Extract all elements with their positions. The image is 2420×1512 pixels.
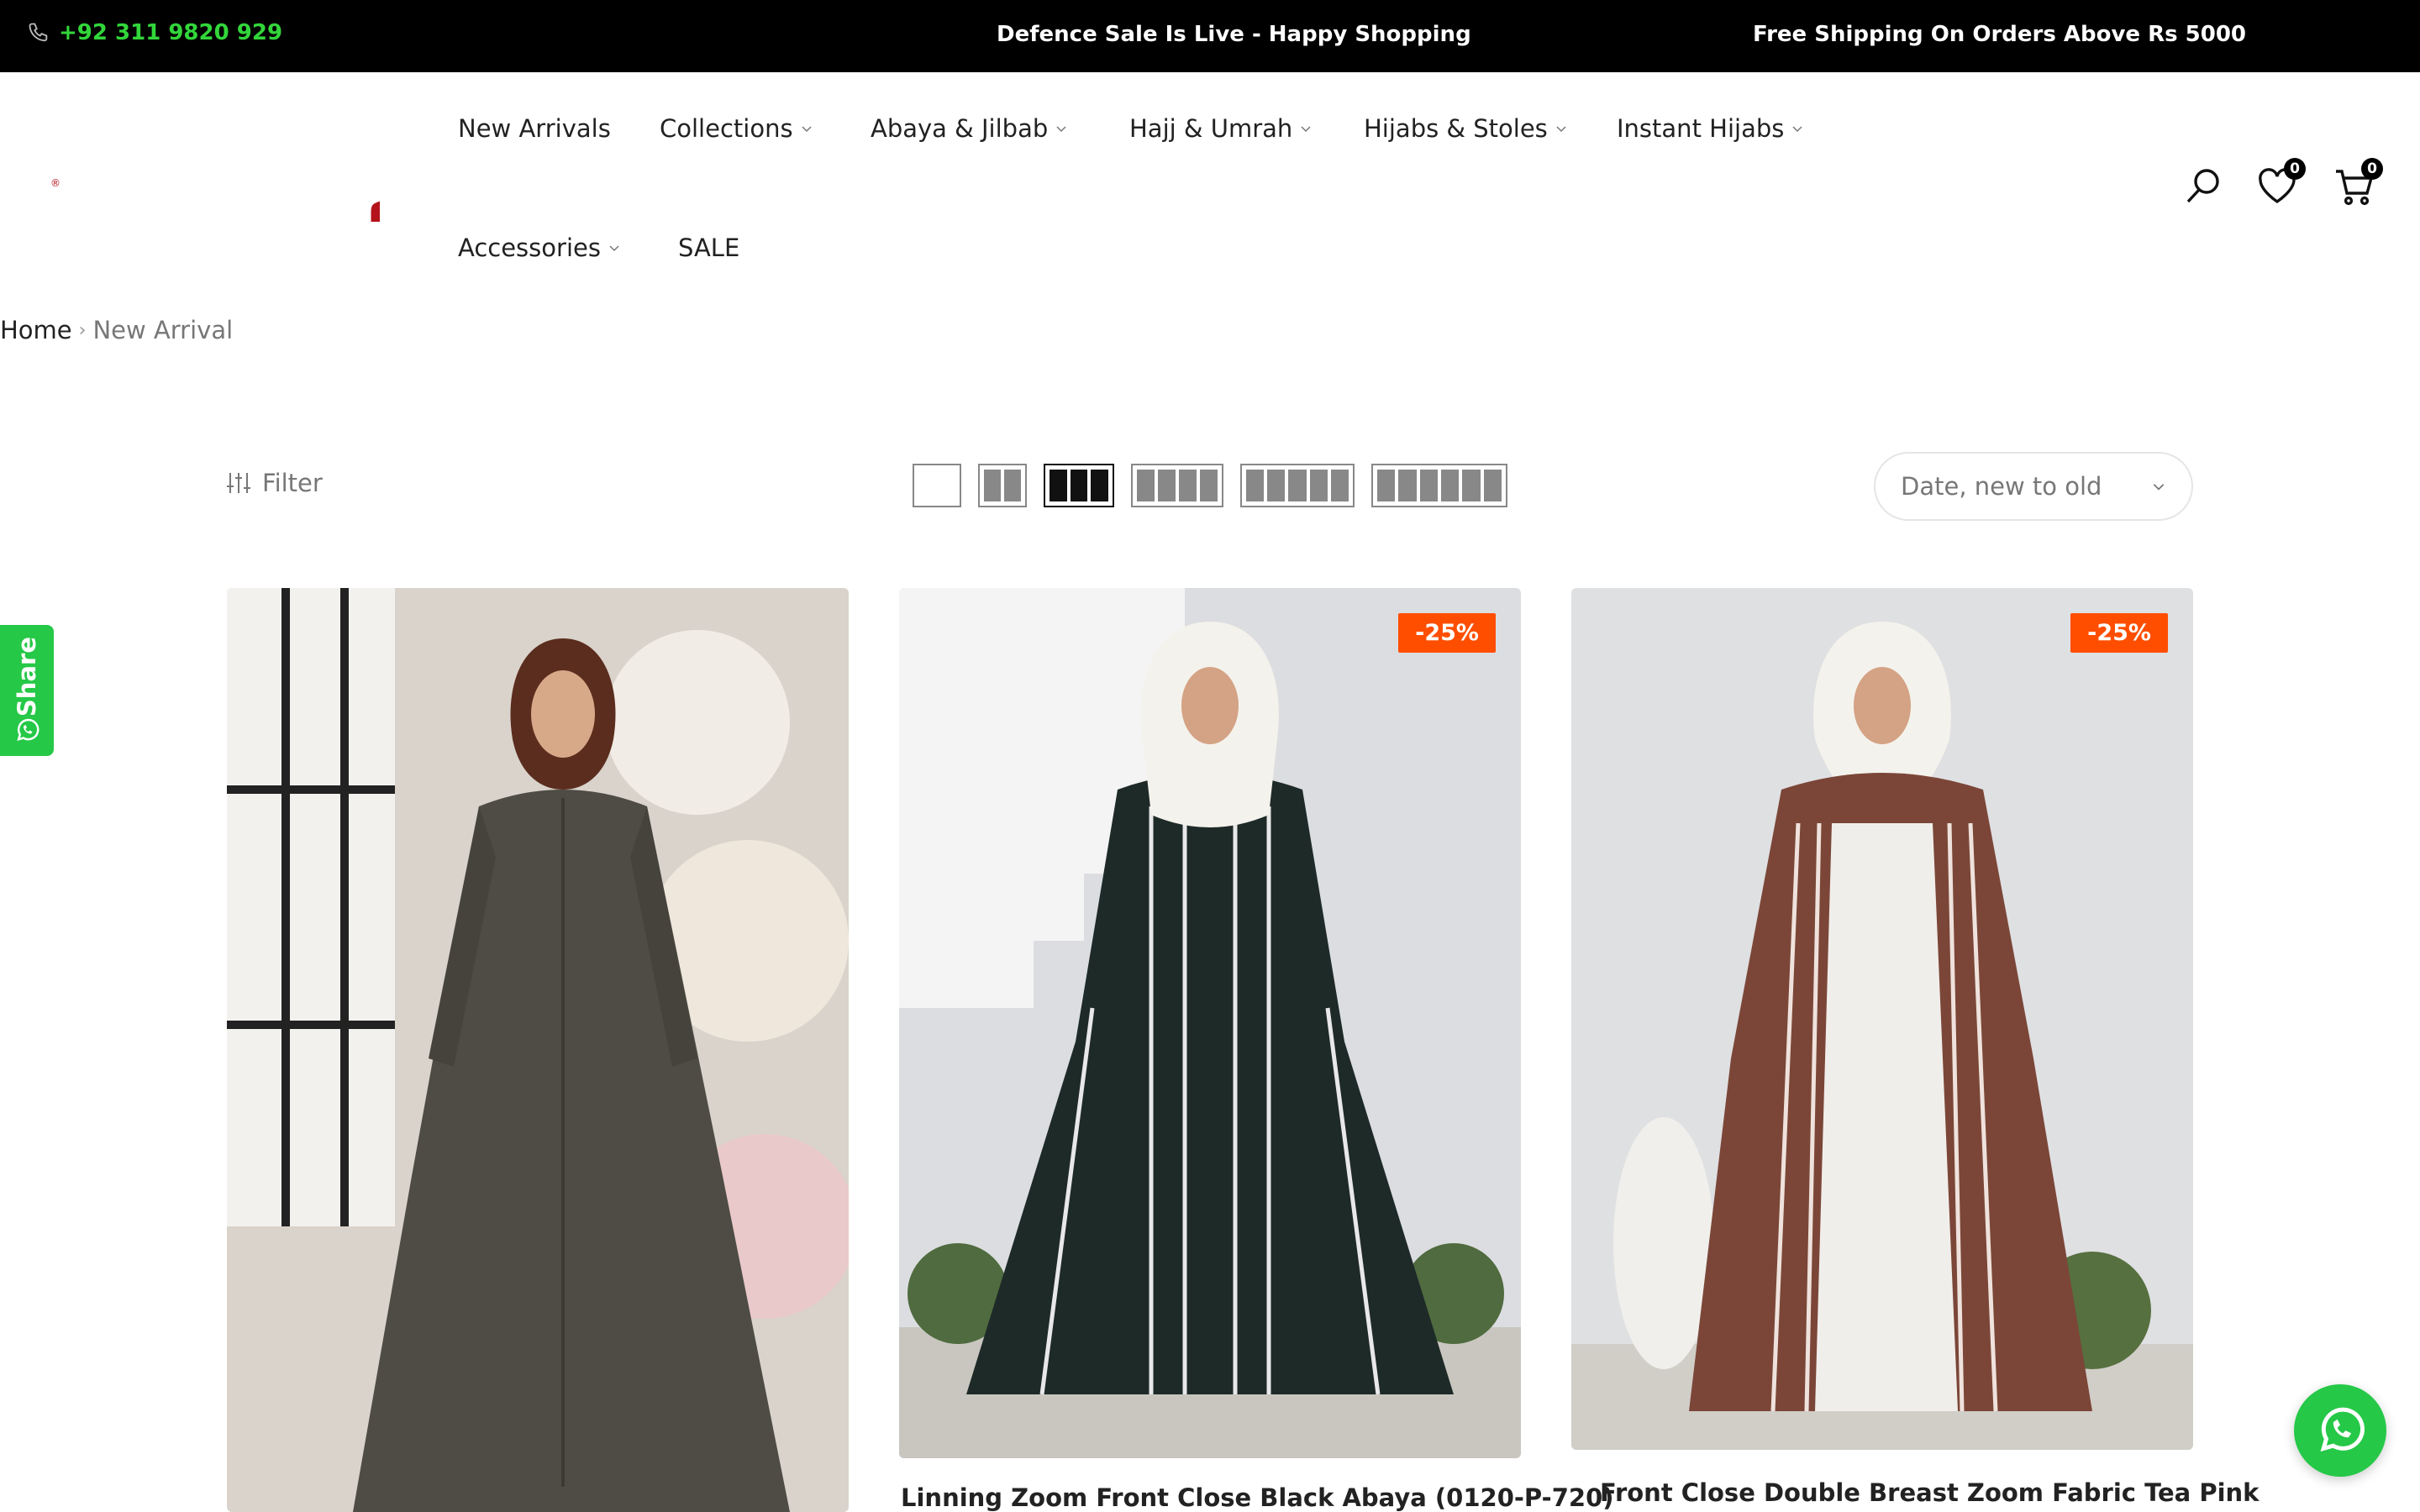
product-image[interactable]: -25% [1571, 588, 2193, 1450]
site-logo[interactable]: حجاب الحريم ® [44, 143, 722, 235]
share-tab[interactable]: Share [0, 625, 54, 756]
nav-abaya-jilbab[interactable]: Abaya & Jilbab [871, 114, 1068, 143]
wishlist-count-badge: 0 [2284, 158, 2306, 180]
product-title[interactable]: Front Close Double Breast Zoom Fabric Te… [1600, 1478, 2259, 1507]
nav-label: Instant Hijabs [1617, 114, 1785, 143]
nav-instant-hijabs[interactable]: Instant Hijabs [1617, 114, 1804, 143]
shipping-announcement: Free Shipping On Orders Above Rs 5000 [1753, 22, 2247, 47]
chevron-down-icon [802, 126, 812, 133]
logo-text: حجاب الحريم [367, 157, 380, 222]
grid-5-toggle[interactable] [1240, 464, 1355, 507]
search-button[interactable] [2181, 165, 2225, 208]
grid-2-toggle[interactable] [978, 464, 1027, 507]
product-image[interactable] [227, 588, 849, 1512]
nav-accessories[interactable]: Accessories [458, 234, 621, 262]
search-icon [2186, 169, 2219, 203]
breadcrumb-current: New Arrival [92, 316, 234, 344]
wishlist-button[interactable]: 0 [2255, 158, 2306, 208]
cart-count-badge: 0 [2361, 158, 2383, 180]
chevron-down-icon [2153, 484, 2165, 491]
grid-4-toggle[interactable] [1131, 464, 1223, 507]
product-title[interactable]: Linning Zoom Front Close Black Abaya (01… [901, 1483, 1614, 1512]
share-label: Share [13, 637, 41, 717]
grid-6-toggle[interactable] [1371, 464, 1507, 507]
nav-label: Collections [660, 114, 793, 143]
phone-number[interactable]: +92 311 9820 929 [59, 20, 282, 45]
nav-label: SALE [678, 234, 740, 262]
breadcrumb: Home › New Arrival [0, 316, 233, 344]
nav-hijabs-stoles[interactable]: Hijabs & Stoles [1364, 114, 1568, 143]
chevron-down-icon [1556, 126, 1566, 133]
phone-icon [29, 23, 48, 42]
nav-label: Hajj & Umrah [1129, 114, 1293, 143]
nav-label: Accessories [458, 234, 601, 262]
nav-label: Hijabs & Stoles [1364, 114, 1548, 143]
nav-hajj-umrah[interactable]: Hajj & Umrah [1129, 114, 1313, 143]
cart-button[interactable]: 0 [2333, 158, 2383, 208]
whatsapp-chat-button[interactable] [2294, 1384, 2386, 1477]
chevron-down-icon [609, 245, 619, 252]
sale-badge: -25% [1398, 613, 1496, 653]
chevron-down-icon [1056, 126, 1066, 133]
grid-list-toggle[interactable] [913, 464, 961, 507]
product-image[interactable]: -25% [899, 588, 1521, 1458]
registered-mark: ® [50, 177, 60, 189]
announcement-bar: +92 311 9820 929 Defence Sale Is Live - … [0, 0, 2420, 72]
whatsapp-icon [17, 718, 39, 742]
sale-announcement: Defence Sale Is Live - Happy Shopping [997, 22, 1471, 47]
breadcrumb-separator: › [78, 319, 87, 341]
phone-link[interactable]: +92 311 9820 929 [27, 20, 282, 45]
nav-label: Abaya & Jilbab [871, 114, 1049, 143]
grid-3-toggle[interactable] [1044, 464, 1114, 507]
nav-collections[interactable]: Collections [660, 114, 813, 143]
nav-label: New Arrivals [458, 114, 611, 143]
sort-select[interactable]: Date, new to old [1874, 452, 2193, 521]
breadcrumb-home[interactable]: Home [0, 316, 72, 344]
whatsapp-icon [2320, 1407, 2365, 1452]
chevron-down-icon [1792, 126, 1802, 133]
nav-new-arrivals[interactable]: New Arrivals [458, 114, 611, 143]
chevron-down-icon [1301, 126, 1311, 133]
sort-value: Date, new to old [1901, 472, 2102, 501]
nav-sale[interactable]: SALE [678, 234, 739, 262]
sale-badge: -25% [2070, 613, 2168, 653]
